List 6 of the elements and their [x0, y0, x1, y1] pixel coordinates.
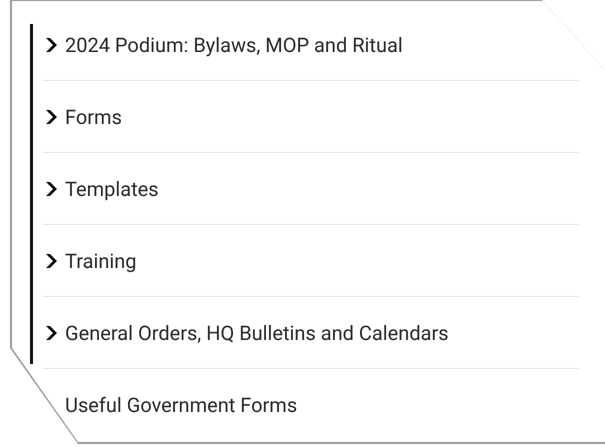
- menu-item[interactable]: Useful Government Forms: [43, 392, 298, 416]
- menu-item[interactable]: General Orders, HQ Bulletins and Calendars: [43, 320, 449, 344]
- menu-item[interactable]: Templates: [43, 176, 159, 200]
- menu-item[interactable]: 2024 Podium: Bylaws, MOP and Ritual: [43, 32, 403, 56]
- menu-item[interactable]: Forms: [43, 104, 122, 128]
- menu-item[interactable]: Training: [43, 248, 137, 272]
